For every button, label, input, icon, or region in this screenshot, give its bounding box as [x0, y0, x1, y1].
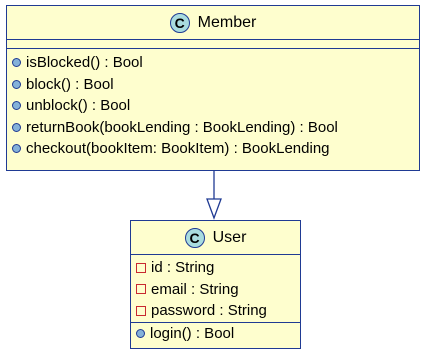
- member-method-row: block() : Bool: [7, 74, 419, 96]
- method-signature: returnBook(bookLending : BookLending) : …: [26, 118, 338, 136]
- member-fields-compartment: [7, 40, 419, 48]
- member-class[interactable]: C Member isBlocked() : Bool block() : Bo…: [6, 5, 420, 171]
- user-fields-compartment: id : String email : String password : St…: [131, 255, 300, 322]
- class-stereotype-icon: C: [184, 227, 205, 248]
- member-methods-compartment: isBlocked() : Bool block() : Bool unbloc…: [7, 49, 419, 160]
- member-method-row: checkout(bookItem: BookItem) : BookLendi…: [7, 138, 419, 160]
- user-class[interactable]: C User id : String email : String passwo…: [130, 220, 301, 349]
- public-method-icon: [12, 122, 21, 132]
- private-field-icon: [136, 305, 146, 316]
- field-signature: id : String: [151, 259, 215, 277]
- member-class-name: Member: [197, 13, 257, 31]
- field-signature: email : String: [151, 280, 239, 298]
- public-method-icon: [136, 328, 145, 338]
- method-signature: isBlocked() : Bool: [26, 54, 143, 72]
- field-signature: password : String: [151, 302, 267, 320]
- method-signature: login() : Bool: [150, 324, 235, 342]
- member-class-header: C Member: [7, 6, 419, 39]
- private-field-icon: [136, 262, 146, 273]
- user-class-header: C User: [131, 221, 300, 254]
- user-field-row: id : String: [131, 257, 300, 279]
- public-method-icon: [12, 79, 21, 89]
- user-methods-compartment: login() : Bool: [131, 323, 300, 345]
- user-field-row: email : String: [131, 279, 300, 301]
- class-stereotype-icon: C: [169, 12, 190, 33]
- user-class-name: User: [212, 228, 247, 246]
- private-field-icon: [136, 284, 146, 295]
- method-signature: unblock() : Bool: [26, 97, 131, 115]
- public-method-icon: [12, 101, 21, 111]
- member-method-row: returnBook(bookLending : BookLending) : …: [7, 117, 419, 139]
- member-method-row: unblock() : Bool: [7, 95, 419, 117]
- public-method-icon: [12, 144, 21, 154]
- user-method-row: login() : Bool: [131, 323, 300, 345]
- member-method-row: isBlocked() : Bool: [7, 52, 419, 74]
- method-signature: checkout(bookItem: BookItem) : BookLendi…: [26, 140, 330, 158]
- public-method-icon: [12, 58, 21, 68]
- inheritance-arrowhead: [206, 198, 222, 220]
- method-signature: block() : Bool: [26, 75, 114, 93]
- user-field-row: password : String: [131, 300, 300, 322]
